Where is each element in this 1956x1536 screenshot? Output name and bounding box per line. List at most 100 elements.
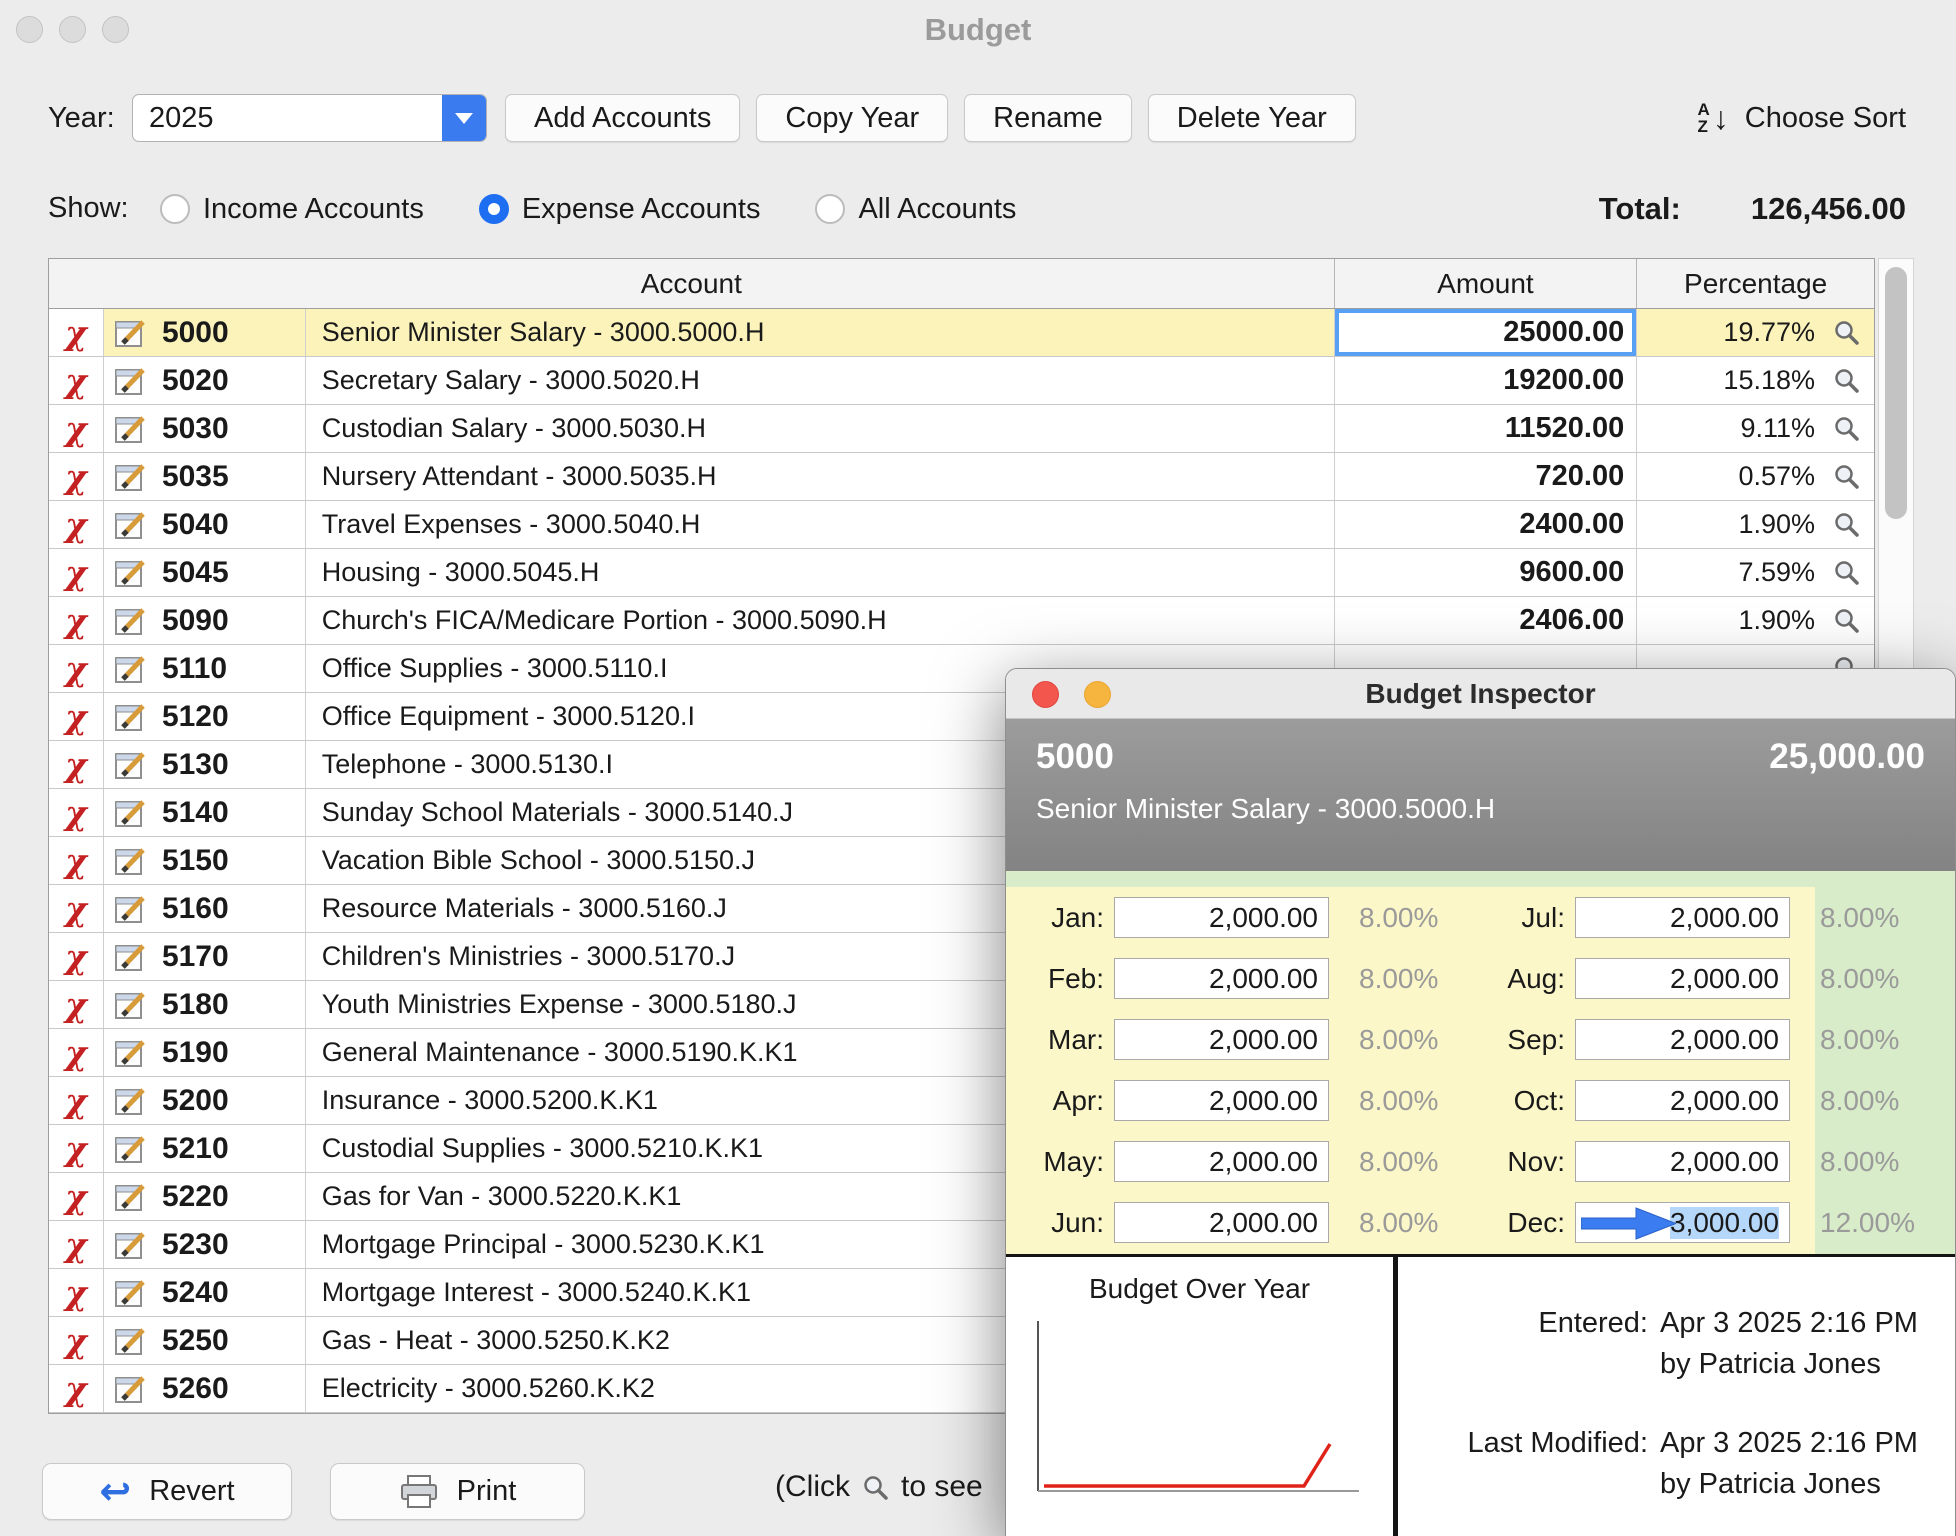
magnifier-icon[interactable] <box>1833 559 1860 586</box>
delete-cell[interactable]: χ <box>49 885 104 932</box>
delete-cell[interactable]: χ <box>49 1365 104 1412</box>
edit-icon[interactable] <box>114 653 148 685</box>
edit-icon[interactable] <box>114 509 148 541</box>
delete-cell[interactable]: χ <box>49 1173 104 1220</box>
delete-icon[interactable]: χ <box>65 412 87 445</box>
radio-expense-accounts[interactable]: Expense Accounts <box>479 193 761 226</box>
delete-icon[interactable]: χ <box>65 364 87 397</box>
edit-icon[interactable] <box>114 701 148 733</box>
delete-icon[interactable]: χ <box>65 1276 87 1309</box>
inspector-minimize-button[interactable] <box>1084 681 1111 708</box>
delete-cell[interactable]: χ <box>49 981 104 1028</box>
inspector-close-button[interactable] <box>1032 681 1059 708</box>
delete-icon[interactable]: χ <box>65 508 87 541</box>
edit-icon[interactable] <box>114 1181 148 1213</box>
delete-cell[interactable]: χ <box>49 309 104 356</box>
magnifier-icon[interactable] <box>1833 607 1860 634</box>
delete-icon[interactable]: χ <box>65 1084 87 1117</box>
edit-icon[interactable] <box>114 605 148 637</box>
delete-year-button[interactable]: Delete Year <box>1148 94 1356 142</box>
dropdown-button[interactable] <box>442 95 486 141</box>
month-input-left[interactable]: 2,000.00 <box>1114 1202 1329 1243</box>
table-row[interactable]: χ 5000 Senior Minister Salary - 3000.500… <box>49 309 1874 357</box>
copy-year-button[interactable]: Copy Year <box>756 94 948 142</box>
edit-icon[interactable] <box>114 1085 148 1117</box>
minimize-window-button[interactable] <box>59 16 86 43</box>
magnifier-icon[interactable] <box>1833 463 1860 490</box>
edit-icon[interactable] <box>114 365 148 397</box>
delete-cell[interactable]: χ <box>49 1317 104 1364</box>
table-row[interactable]: χ 5035 Nursery Attendant - 3000.5035.H 7… <box>49 453 1874 501</box>
radio-all-accounts[interactable]: All Accounts <box>815 193 1016 226</box>
delete-icon[interactable]: χ <box>65 1036 87 1069</box>
month-input-right[interactable]: 2,000.00 <box>1575 897 1790 938</box>
delete-icon[interactable]: χ <box>65 1372 87 1405</box>
magnifier-icon[interactable] <box>1833 511 1860 538</box>
edit-icon[interactable] <box>114 1277 148 1309</box>
delete-icon[interactable]: χ <box>65 604 87 637</box>
delete-icon[interactable]: χ <box>65 652 87 685</box>
delete-cell[interactable]: χ <box>49 1125 104 1172</box>
delete-cell[interactable]: χ <box>49 1221 104 1268</box>
delete-icon[interactable]: χ <box>65 316 87 349</box>
edit-icon[interactable] <box>114 1373 148 1405</box>
zoom-window-button[interactable] <box>102 16 129 43</box>
delete-cell[interactable]: χ <box>49 741 104 788</box>
delete-cell[interactable]: χ <box>49 549 104 596</box>
edit-icon[interactable] <box>114 557 148 589</box>
month-input-right[interactable]: 2,000.00 <box>1575 1080 1790 1121</box>
delete-cell[interactable]: χ <box>49 789 104 836</box>
amount-cell[interactable]: 9600.00 <box>1335 549 1638 596</box>
month-input-left[interactable]: 2,000.00 <box>1114 1141 1329 1182</box>
month-input-left[interactable]: 2,000.00 <box>1114 1080 1329 1121</box>
delete-icon[interactable]: χ <box>65 844 87 877</box>
magnifier-icon[interactable] <box>1833 367 1860 394</box>
radio-income-accounts[interactable]: Income Accounts <box>160 193 424 226</box>
delete-cell[interactable]: χ <box>49 1269 104 1316</box>
delete-cell[interactable]: χ <box>49 1029 104 1076</box>
delete-cell[interactable]: χ <box>49 1077 104 1124</box>
edit-icon[interactable] <box>114 941 148 973</box>
table-row[interactable]: χ 5045 Housing - 3000.5045.H 9600.00 7.5… <box>49 549 1874 597</box>
edit-icon[interactable] <box>114 749 148 781</box>
amount-cell[interactable]: 2406.00 <box>1335 597 1638 644</box>
month-input-right[interactable]: 2,000.00 <box>1575 1141 1790 1182</box>
edit-icon[interactable] <box>114 413 148 445</box>
delete-cell[interactable]: χ <box>49 405 104 452</box>
delete-cell[interactable]: χ <box>49 501 104 548</box>
amount-cell[interactable]: 19200.00 <box>1335 357 1638 404</box>
month-input-left[interactable]: 2,000.00 <box>1114 897 1329 938</box>
edit-icon[interactable] <box>114 461 148 493</box>
revert-button[interactable]: ↩ Revert <box>42 1463 292 1520</box>
amount-cell[interactable]: 2400.00 <box>1335 501 1638 548</box>
magnifier-icon[interactable] <box>1833 415 1860 442</box>
month-input-left[interactable]: 2,000.00 <box>1114 958 1329 999</box>
table-row[interactable]: χ 5040 Travel Expenses - 3000.5040.H 240… <box>49 501 1874 549</box>
delete-icon[interactable]: χ <box>65 700 87 733</box>
edit-icon[interactable] <box>114 845 148 877</box>
year-dropdown[interactable]: 2025 <box>132 94 487 142</box>
edit-icon[interactable] <box>114 1325 148 1357</box>
delete-icon[interactable]: χ <box>65 1228 87 1261</box>
add-accounts-button[interactable]: Add Accounts <box>505 94 740 142</box>
delete-icon[interactable]: χ <box>65 940 87 973</box>
delete-icon[interactable]: χ <box>65 796 87 829</box>
magnifier-icon[interactable] <box>1833 319 1860 346</box>
delete-cell[interactable]: χ <box>49 693 104 740</box>
delete-cell[interactable]: χ <box>49 837 104 884</box>
scrollbar-thumb[interactable] <box>1885 267 1907 519</box>
delete-cell[interactable]: χ <box>49 357 104 404</box>
amount-cell[interactable]: 25000.00 <box>1335 309 1638 356</box>
rename-button[interactable]: Rename <box>964 94 1132 142</box>
print-button[interactable]: Print <box>330 1463 585 1520</box>
delete-icon[interactable]: χ <box>65 988 87 1021</box>
delete-icon[interactable]: χ <box>65 460 87 493</box>
table-row[interactable]: χ 5030 Custodian Salary - 3000.5030.H 11… <box>49 405 1874 453</box>
delete-icon[interactable]: χ <box>65 892 87 925</box>
month-input-left[interactable]: 2,000.00 <box>1114 1019 1329 1060</box>
edit-icon[interactable] <box>114 989 148 1021</box>
amount-cell[interactable]: 11520.00 <box>1335 405 1638 452</box>
delete-icon[interactable]: χ <box>65 748 87 781</box>
table-row[interactable]: χ 5020 Secretary Salary - 3000.5020.H 19… <box>49 357 1874 405</box>
month-input-right[interactable]: 2,000.00 <box>1575 958 1790 999</box>
